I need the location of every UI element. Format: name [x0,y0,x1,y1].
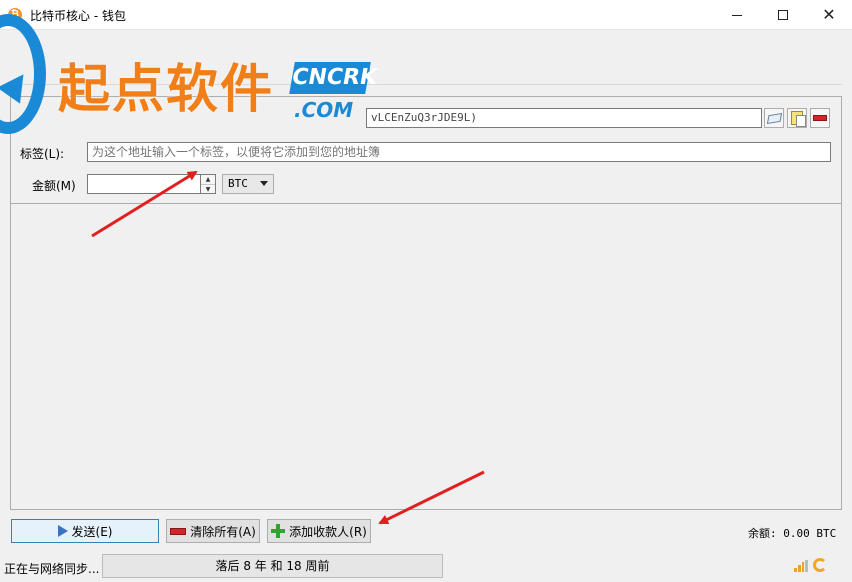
send-button-label: 发送(E) [71,524,113,539]
clear-all-button[interactable]: 清除所有(A) [166,519,260,543]
minimize-icon [732,14,742,16]
menu-item-help-fragment[interactable]: ) [366,62,371,76]
address-book-icon [766,112,782,124]
amount-spinner[interactable]: ▲ ▼ [201,174,216,194]
plus-icon [271,524,286,538]
amount-field-label: 金额(M) [32,179,76,193]
amount-input[interactable] [87,174,201,194]
label-field-label: 标签(L): [20,147,65,161]
pay-to-address-input[interactable]: vLCEnZuQ3rJDE9L) [366,108,762,128]
maximize-button[interactable] [760,0,806,30]
delete-icon [813,115,827,121]
spin-up-icon[interactable]: ▲ [201,175,215,184]
add-recipient-label: 添加收款人(R) [289,524,367,539]
window-title: 比特币核心 - 钱包 [30,9,126,23]
paste-icon [791,111,806,127]
close-icon: ✕ [822,5,836,24]
sync-progress-bar: 落后 8 年 和 18 周前 [102,554,443,578]
send-button[interactable]: 发送(E) [11,519,159,543]
tab-divider [10,84,842,85]
title-bar: ₿ 比特币核心 - 钱包 ✕ [0,0,852,30]
close-button[interactable]: ✕ [806,0,852,30]
network-signal-icon[interactable] [794,560,808,572]
bitcoin-icon: ₿ [8,8,22,22]
sync-icon[interactable] [813,558,827,572]
watermark-badge: CNCRK [289,62,379,94]
label-input[interactable] [87,142,831,162]
address-book-button[interactable] [764,108,784,128]
maximize-icon [778,10,788,20]
minimize-button[interactable] [714,0,760,30]
add-recipient-button[interactable]: 添加收款人(R) [267,519,371,543]
balance-label: 余额: 0.00 BTC [748,527,837,540]
send-arrow-icon [57,525,68,537]
sync-status-text: 正在与网络同步... [4,562,100,576]
paste-button[interactable] [787,108,807,128]
clear-all-label: 清除所有(A) [190,524,256,539]
eraser-icon [170,527,187,535]
chevron-down-icon[interactable] [260,181,268,186]
spin-down-icon[interactable]: ▼ [201,184,215,194]
remove-recipient-button[interactable] [810,108,830,128]
